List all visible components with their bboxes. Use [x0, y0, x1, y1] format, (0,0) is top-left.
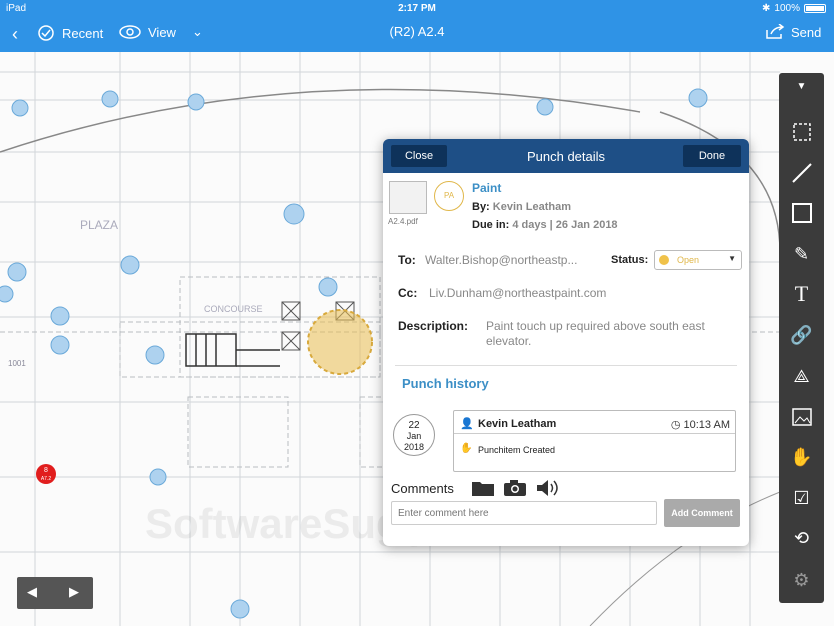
previous-page-icon[interactable]: ◀: [27, 584, 37, 600]
divider: [395, 365, 737, 366]
history-message: Punchitem Created: [478, 445, 556, 455]
to-field[interactable]: Walter.Bishop@northeastp...: [425, 253, 577, 267]
history-time: ◷ 10:13 AM: [671, 418, 730, 431]
status-select[interactable]: Open ▼: [654, 250, 742, 270]
punch-title: Paint: [472, 181, 502, 195]
history-year: 2018: [403, 442, 425, 452]
collapse-icon[interactable]: ▼: [779, 75, 824, 97]
battery-label: 100%: [774, 3, 800, 14]
punch-details-dialog: Close Punch details Done A2.4.pdf PA Pai…: [383, 139, 749, 546]
text-icon[interactable]: T: [779, 279, 824, 309]
stair-drawing: [185, 333, 280, 367]
comment-input[interactable]: [391, 501, 657, 525]
history-day: 22: [408, 420, 420, 431]
to-label: To:: [398, 253, 416, 267]
page-title: (R2) A2.4: [389, 24, 445, 39]
red-marker-label: 8: [44, 467, 48, 474]
due-date: Due in: 4 days | 26 Jan 2018: [472, 219, 618, 231]
description-label: Description:: [398, 319, 469, 333]
plaza-label: PLAZA: [80, 218, 118, 232]
done-button[interactable]: Done: [683, 145, 741, 167]
file-thumbnail[interactable]: [389, 181, 427, 214]
status-bar: iPad 2:17 PM ✱ 100%: [0, 0, 834, 16]
avatar: PA: [434, 181, 464, 211]
due-value: 4 days | 26 Jan 2018: [512, 219, 618, 231]
audio-icon[interactable]: [535, 479, 561, 502]
status-dot-icon: [659, 255, 669, 265]
cc-field[interactable]: Liv.Dunham@northeastpaint.com: [429, 286, 606, 300]
annotation-toolbar: ▼ ✎ T 🔗 ⟁ ✋ ☑ ⟲ ⚙: [779, 73, 824, 603]
add-comment-button[interactable]: Add Comment: [664, 499, 740, 527]
rotate-icon[interactable]: ⟲: [779, 523, 824, 553]
pen-icon[interactable]: ✎: [779, 239, 824, 269]
punch-pin-marker[interactable]: [307, 309, 373, 375]
description-field[interactable]: Paint touch up required above south east…: [486, 319, 716, 349]
page-navigator: ◀ ▶: [17, 577, 93, 609]
punch-icon: ✋: [460, 443, 473, 454]
navigation-bar: ‹ Recent View ⌄ (R2) A2.4 Send: [0, 18, 834, 48]
send-button[interactable]: Send: [765, 24, 821, 40]
share-icon: [766, 24, 785, 39]
note-icon[interactable]: ☑: [779, 483, 824, 513]
comments-label: Comments: [391, 481, 454, 496]
history-date: 22 Jan 2018: [393, 414, 435, 456]
entry-divider: [454, 433, 735, 434]
user-icon: 👤: [460, 418, 474, 430]
history-time-value: 10:13 AM: [683, 419, 730, 431]
settings-icon[interactable]: ⚙: [779, 565, 824, 595]
battery-indicator: ✱ 100%: [762, 3, 826, 14]
bluetooth-icon: ✱: [762, 3, 771, 14]
stamp-icon[interactable]: ✋: [779, 442, 824, 472]
battery-icon: [804, 4, 826, 13]
due-label: Due in:: [472, 219, 510, 231]
history-entry: 👤 Kevin Leatham ◷ 10:13 AM ✋ Punchitem C…: [453, 410, 736, 472]
status-label: Status:: [611, 254, 649, 266]
next-page-icon[interactable]: ▶: [69, 584, 79, 600]
dialog-header: Close Punch details Done: [383, 139, 749, 173]
room-label: 1001: [8, 359, 26, 368]
caret-down-icon: ▼: [728, 254, 736, 263]
link-icon[interactable]: 🔗: [779, 320, 824, 350]
clock-icon: ◷: [670, 419, 681, 431]
punch-history-title: Punch history: [402, 376, 489, 391]
red-marker-sub: A7.2: [41, 476, 52, 482]
send-label: Send: [791, 24, 822, 40]
concourse-label: CONCOURSE: [204, 304, 263, 314]
rectangle-icon[interactable]: [779, 198, 824, 228]
top-bar: iPad 2:17 PM ✱ 100% ‹ Recent View ⌄ (R2)…: [0, 0, 834, 52]
folder-icon[interactable]: [471, 479, 495, 502]
history-author: Kevin Leatham: [478, 418, 557, 430]
image-icon[interactable]: [779, 402, 824, 432]
select-icon[interactable]: [779, 117, 824, 147]
by-label: By:: [472, 201, 490, 213]
cc-label: Cc:: [398, 286, 418, 300]
measure-icon[interactable]: ⟁: [779, 361, 824, 391]
line-icon[interactable]: [779, 158, 824, 188]
camera-icon[interactable]: [503, 479, 527, 502]
status-value: Open: [677, 255, 700, 265]
created-by: By: Kevin Leatham: [472, 201, 571, 213]
file-name: A2.4.pdf: [388, 217, 418, 226]
history-month: Jan: [406, 431, 422, 441]
clock: 2:17 PM: [398, 3, 436, 14]
by-value: Kevin Leatham: [492, 201, 572, 213]
